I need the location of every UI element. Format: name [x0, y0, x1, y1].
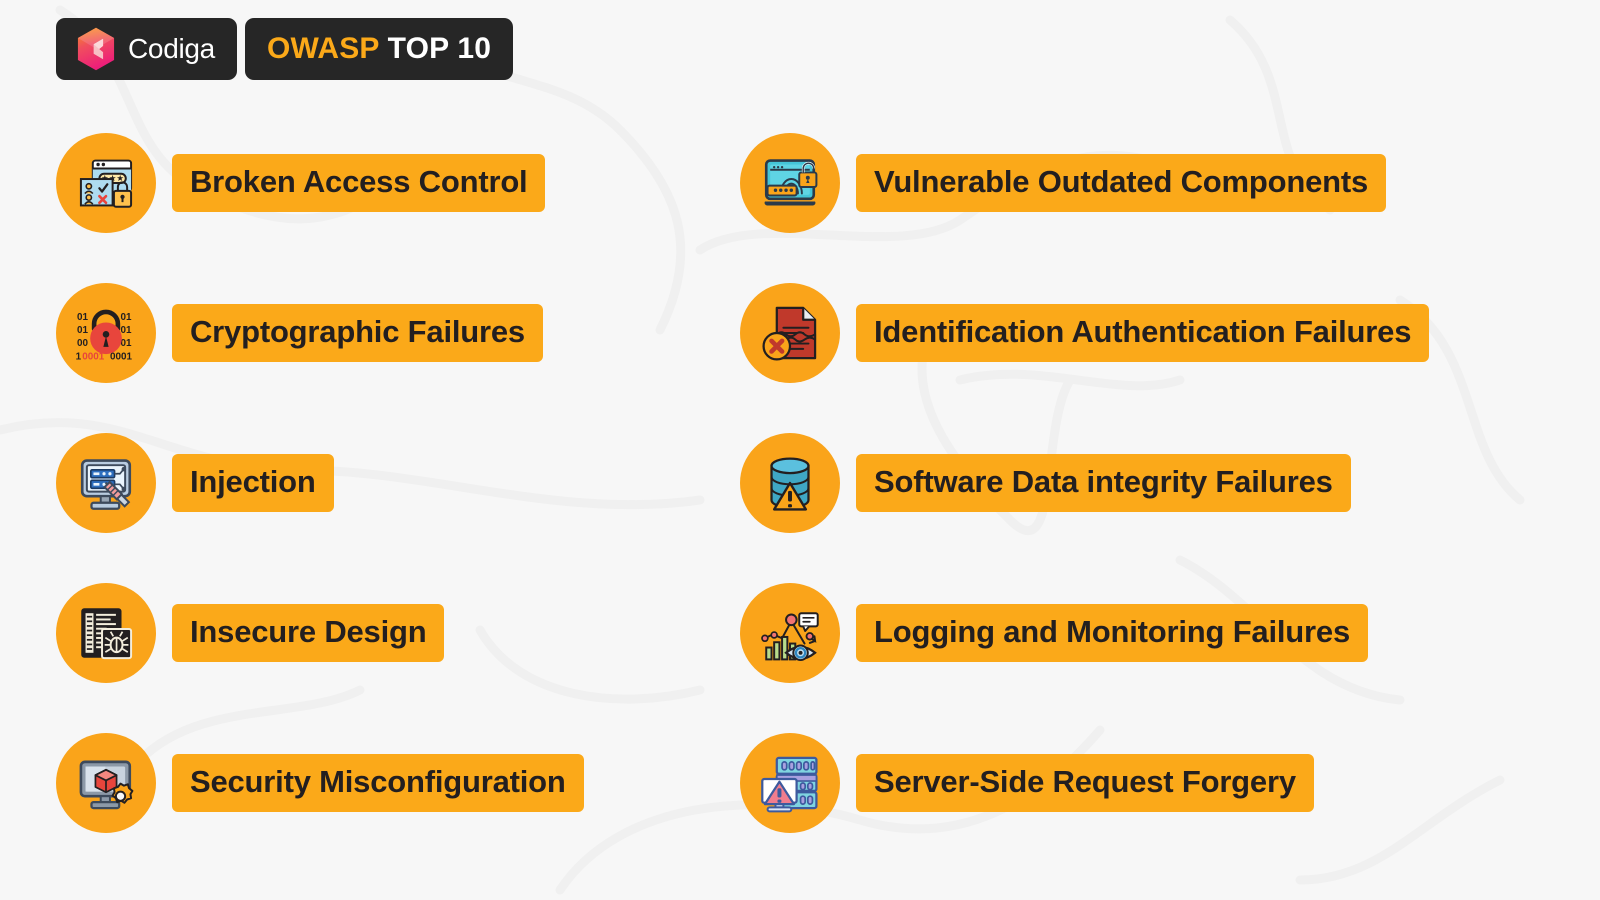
icon-circle: 01 01 01 01 00 01 1 0001 0001	[56, 283, 156, 383]
code-document-bug-icon	[81, 608, 133, 660]
svg-text:00: 00	[77, 338, 89, 349]
svg-text:01: 01	[77, 312, 89, 323]
risk-item[interactable]: Security Misconfiguration	[56, 728, 584, 838]
monitor-server-syringe-icon	[80, 459, 132, 510]
page-title-box: OWASP TOP 10	[244, 18, 514, 80]
svg-text:01: 01	[77, 325, 89, 336]
brand-name: Codiga	[128, 33, 215, 64]
risk-item[interactable]: Identification Authentication Failures	[740, 278, 1430, 388]
risk-item[interactable]: Vulnerable Outdated Components	[740, 128, 1429, 238]
browser-password-user-lock-icon: ★★★	[79, 159, 133, 208]
risk-label: Insecure Design	[172, 603, 445, 663]
server-monitor-warning-icon	[761, 756, 818, 813]
risk-item[interactable]: Server-Side Request Forgery	[740, 728, 1429, 838]
svg-text:01: 01	[121, 325, 133, 336]
risk-item[interactable]: Insecure Design	[56, 578, 584, 688]
brand-logo-box: Codiga	[56, 18, 237, 80]
header: Codiga OWASP TOP 10	[56, 18, 514, 80]
icon-circle	[740, 133, 840, 233]
icon-circle	[56, 583, 156, 683]
risk-label: Broken Access Control	[172, 153, 546, 213]
risk-item[interactable]: ★★★ Broken Access Control	[56, 128, 584, 238]
risk-label: Software Data integrity Failures	[856, 453, 1351, 513]
owasp-top-10-infographic: Codiga OWASP TOP 10 ★★★ Broken Access Co…	[0, 0, 1600, 900]
icon-circle	[56, 733, 156, 833]
icon-circle	[740, 733, 840, 833]
risk-label: Injection	[172, 453, 334, 513]
document-x-mark-icon	[762, 306, 817, 361]
monitor-cube-gear-icon	[79, 760, 134, 810]
laptop-fingerprint-open-lock-icon	[764, 159, 818, 206]
risk-label: Logging and Monitoring Failures	[856, 603, 1368, 663]
page-title-owasp: OWASP	[266, 32, 380, 65]
icon-circle	[740, 583, 840, 683]
risk-label: Cryptographic Failures	[172, 303, 543, 363]
svg-text:01: 01	[121, 338, 133, 349]
risk-item[interactable]: Software Data integrity Failures	[740, 428, 1429, 538]
page-title-rest: TOP 10	[379, 32, 492, 65]
icon-circle: ★★★	[56, 133, 156, 233]
risk-label: Vulnerable Outdated Components	[856, 153, 1387, 213]
risk-list-left: ★★★ Broken Access Control 01 01 01 01 00…	[56, 128, 584, 838]
risk-label: Server-Side Request Forgery	[856, 753, 1314, 813]
svg-text:0001: 0001	[110, 351, 133, 362]
codiga-cube-logo-icon	[77, 27, 115, 71]
icon-circle	[740, 433, 840, 533]
red-padlock-binary-icon: 01 01 01 01 00 01 1 0001 0001	[76, 309, 133, 362]
icon-circle	[56, 433, 156, 533]
risk-list-right: Vulnerable Outdated Components Identific…	[740, 128, 1430, 838]
risk-label: Security Misconfiguration	[172, 753, 584, 813]
icon-circle	[740, 283, 840, 383]
risk-item[interactable]: Logging and Monitoring Failures	[740, 578, 1429, 688]
risk-label: Identification Authentication Failures	[856, 303, 1430, 363]
svg-text:01: 01	[121, 312, 133, 323]
risk-item[interactable]: Injection	[56, 428, 584, 538]
chart-eye-monitoring-icon	[761, 612, 819, 662]
page-title: OWASP TOP 10	[267, 34, 491, 64]
risk-item[interactable]: 01 01 01 01 00 01 1 0001 0001 Cryptographic F…	[56, 278, 584, 388]
svg-text:1: 1	[76, 351, 82, 362]
database-warning-icon	[770, 457, 810, 511]
